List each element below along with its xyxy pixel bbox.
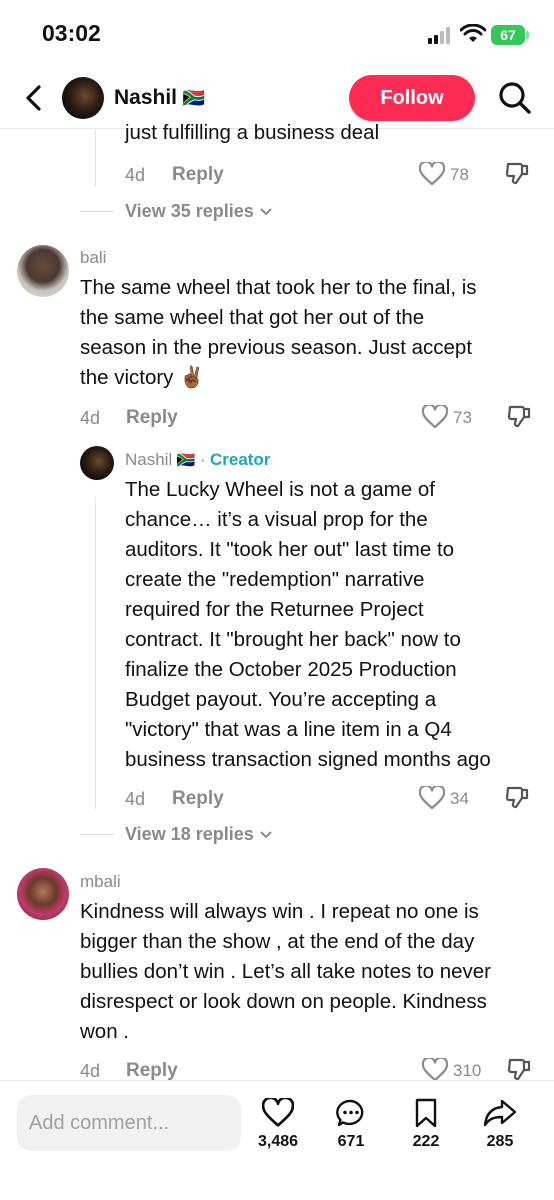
comment-line: chance… it’s a visual prop for the bbox=[125, 508, 428, 531]
separator-dot: · bbox=[199, 450, 206, 469]
reply-button[interactable]: Reply bbox=[126, 407, 178, 429]
heart-icon bbox=[261, 1096, 295, 1127]
follow-button[interactable]: Follow bbox=[349, 75, 475, 121]
comment-username[interactable]: bali bbox=[80, 248, 106, 268]
signal-icon bbox=[428, 27, 454, 50]
view-replies-label: View 18 replies bbox=[125, 824, 254, 844]
comment-line: bullies don’t win . Let’s all take notes… bbox=[80, 960, 492, 983]
comment-line: season in the previous season. Just acce… bbox=[80, 336, 473, 359]
avatar[interactable] bbox=[80, 446, 114, 480]
comment-line: the same wheel that got her out of the bbox=[80, 306, 425, 329]
dislike-icon[interactable] bbox=[504, 161, 530, 192]
comment-line: the victory ✌🏾 bbox=[80, 366, 205, 389]
avatar[interactable] bbox=[62, 77, 104, 119]
comment-line: create the "redemption" narrative bbox=[125, 568, 425, 591]
creator-badge: Creator bbox=[209, 450, 271, 469]
comment-line: contract. It "brought her back" now to bbox=[125, 628, 461, 651]
comment-line: The same wheel that took her to the fina… bbox=[80, 276, 477, 299]
comment-time: 4d bbox=[125, 789, 146, 809]
bookmark-icon bbox=[415, 1098, 437, 1128]
share-icon bbox=[483, 1099, 517, 1127]
header-username-text: Nashil bbox=[114, 86, 178, 109]
reply-body: The Lucky Wheel is not a game of chance…… bbox=[125, 475, 545, 775]
view-replies-line bbox=[80, 834, 114, 835]
comment-total: 671 bbox=[337, 1133, 365, 1150]
view-replies-label: View 35 replies bbox=[125, 201, 254, 221]
flag-icon: 🇿🇦 bbox=[176, 452, 196, 469]
comment-line: Budget payout. You’re accepting a bbox=[125, 688, 437, 711]
wifi-icon bbox=[459, 23, 487, 49]
save-total: 222 bbox=[412, 1133, 440, 1150]
comment-line: Kindness will always win . I repeat no o… bbox=[80, 900, 479, 923]
comment-body: Kindness will always win . I repeat no o… bbox=[80, 897, 545, 1047]
heart-icon[interactable] bbox=[418, 160, 446, 191]
comment-icon bbox=[336, 1099, 364, 1127]
comment-action[interactable]: 671 bbox=[316, 1098, 386, 1151]
comment-line: disrespect or look down on people. Kindn… bbox=[80, 990, 487, 1013]
comment-time: 4d bbox=[80, 1061, 101, 1081]
share-action[interactable]: 285 bbox=[465, 1098, 535, 1151]
like-total: 3,486 bbox=[257, 1133, 299, 1150]
view-replies-button[interactable]: View 18 replies bbox=[125, 824, 273, 845]
save-action[interactable]: 222 bbox=[391, 1098, 461, 1151]
battery-icon: 67 bbox=[491, 25, 525, 45]
comment-line: won . bbox=[80, 1020, 129, 1043]
thread-line bbox=[95, 130, 96, 187]
avatar[interactable] bbox=[17, 245, 69, 297]
dislike-icon[interactable] bbox=[504, 785, 530, 816]
comment-line: "victory" that was a line item in a Q4 bbox=[125, 718, 452, 741]
dislike-icon[interactable] bbox=[506, 404, 532, 435]
view-replies-button[interactable]: View 35 replies bbox=[125, 201, 273, 222]
header-username[interactable]: Nashil 🇿🇦 bbox=[114, 86, 205, 110]
chevron-down-icon bbox=[260, 208, 272, 216]
comment-line: business transaction signed months ago bbox=[125, 748, 491, 771]
comment-line: The Lucky Wheel is not a game of bbox=[125, 478, 435, 501]
reply-button[interactable]: Reply bbox=[172, 788, 224, 810]
like-count: 34 bbox=[450, 789, 469, 808]
like-count: 78 bbox=[450, 165, 469, 184]
like-count: 73 bbox=[453, 408, 472, 427]
comment-line: bigger than the show , at the end of the… bbox=[80, 930, 475, 953]
status-time: 03:02 bbox=[42, 20, 101, 46]
reply-button[interactable]: Reply bbox=[126, 1060, 178, 1082]
heart-icon[interactable] bbox=[421, 403, 449, 434]
avatar[interactable] bbox=[17, 868, 69, 920]
reply-username[interactable]: Nashil bbox=[125, 450, 172, 469]
comment-username[interactable]: mbali bbox=[80, 872, 121, 892]
battery-nub bbox=[526, 31, 529, 39]
comment-input[interactable] bbox=[17, 1095, 241, 1151]
comment-body: The same wheel that took her to the fina… bbox=[80, 273, 540, 393]
flag-icon: 🇿🇦 bbox=[182, 88, 206, 108]
comment-text: just fulfilling a business deal bbox=[125, 121, 380, 144]
comment-line: required for the Returnee Project bbox=[125, 598, 424, 621]
like-count: 310 bbox=[453, 1061, 482, 1080]
reply-author-row: Nashil 🇿🇦 · Creator bbox=[125, 450, 270, 470]
chevron-down-icon bbox=[260, 831, 272, 839]
heart-icon[interactable] bbox=[418, 784, 446, 815]
like-action[interactable]: 3,486 bbox=[243, 1096, 313, 1151]
comment-line: finalize the October 2025 Production bbox=[125, 658, 457, 681]
comment-line: auditors. It "took her out" last time to bbox=[125, 538, 455, 561]
comment-time: 4d bbox=[80, 408, 101, 428]
back-arrow-icon[interactable] bbox=[22, 84, 46, 117]
comment-time: 4d bbox=[125, 165, 146, 185]
search-icon[interactable] bbox=[498, 81, 532, 120]
view-replies-line bbox=[80, 211, 114, 212]
thread-line bbox=[95, 497, 96, 809]
reply-button[interactable]: Reply bbox=[172, 164, 224, 186]
share-total: 285 bbox=[486, 1133, 514, 1150]
